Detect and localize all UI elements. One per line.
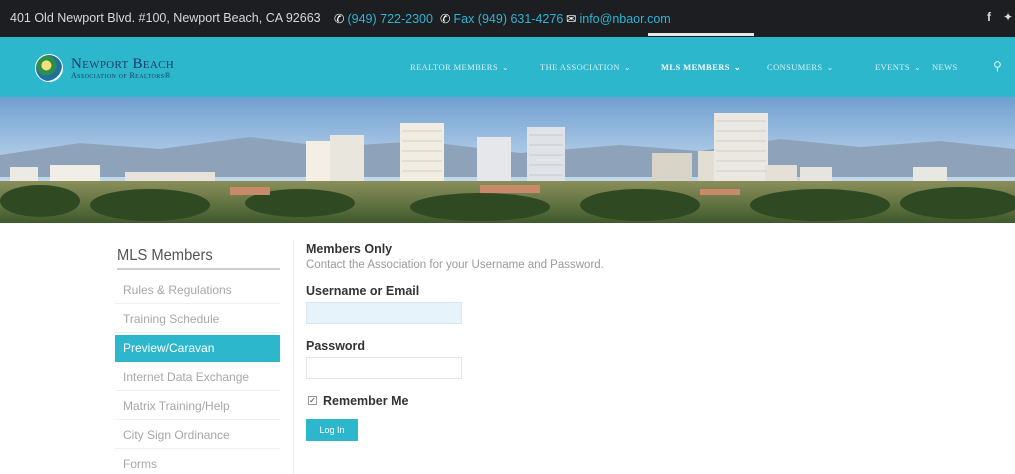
login-button[interactable]: Log In [306,419,358,441]
logo-emblem-icon [35,54,63,82]
nav-events[interactable]: EVENTS ⌄ [875,62,921,72]
facebook-icon[interactable]: f [987,10,991,24]
remember-me-label[interactable]: Remember Me [323,394,408,408]
sidebar-item-training-schedule[interactable]: Training Schedule [115,306,280,333]
nav-realtor-members[interactable]: REALTOR MEMBERS ⌄ [410,62,509,72]
search-icon[interactable]: ⚲ [993,59,1002,73]
nav-the-association[interactable]: THE ASSOCIATION ⌄ [540,62,631,72]
envelope-icon: ✉ [566,12,577,26]
site-logo[interactable]: Newport Beach Association of Realtors® [35,54,235,82]
username-input[interactable] [306,302,462,324]
nav-news[interactable]: NEWS [932,62,958,72]
sidebar-title-divider [117,268,280,270]
fax-link[interactable]: ✆ Fax (949) 631-4276 [440,11,563,26]
phone-icon: ✆ [334,12,345,26]
login-description: Contact the Association for your Usernam… [306,259,604,271]
sidebar-item-preview-caravan[interactable]: Preview/Caravan [115,335,280,362]
password-input[interactable] [306,357,462,379]
members-only-heading: Members Only [306,242,393,256]
hero-skyline-image [0,97,1015,223]
nav-consumers[interactable]: CONSUMERS ⌄ [767,62,834,72]
username-label: Username or Email [306,284,420,298]
chevron-down-icon: ⌄ [733,63,741,72]
twitter-icon[interactable]: ✦ [1003,10,1013,24]
nav-mls-members[interactable]: MLS MEMBERS ⌄ [661,62,741,72]
phone-link[interactable]: ✆ (949) 722-2300 [334,11,433,26]
password-label: Password [306,339,366,353]
content-divider [293,240,294,474]
sidebar-item-city-sign-ordinance[interactable]: City Sign Ordinance [115,422,280,449]
top-info-bar: 401 Old Newport Blvd. #100, Newport Beac… [0,0,1015,37]
email-link[interactable]: ✉ info@nbaor.com [566,11,671,26]
phone-icon: ✆ [440,12,451,26]
chevron-down-icon: ⌄ [501,63,510,72]
chevron-down-icon: ⌄ [623,63,632,72]
sidebar-item-matrix-training-help[interactable]: Matrix Training/Help [115,393,280,420]
chevron-down-icon: ⌄ [826,63,834,72]
active-indicator [648,33,754,36]
remember-me-checkbox[interactable]: ✓ [308,396,317,405]
chevron-down-icon: ⌄ [913,63,922,72]
sidebar-item-forms[interactable]: Forms [115,451,280,474]
sidebar-item-internet-data-exchange[interactable]: Internet Data Exchange [115,364,280,391]
main-navigation: Newport Beach Association of Realtors® R… [0,37,1015,97]
logo-subtitle: Association of Realtors® [71,71,171,80]
sidebar-title: MLS Members [117,247,213,264]
address-text: 401 Old Newport Blvd. #100, Newport Beac… [10,11,321,25]
sidebar-item-rules-regulations[interactable]: Rules & Regulations [115,277,280,304]
